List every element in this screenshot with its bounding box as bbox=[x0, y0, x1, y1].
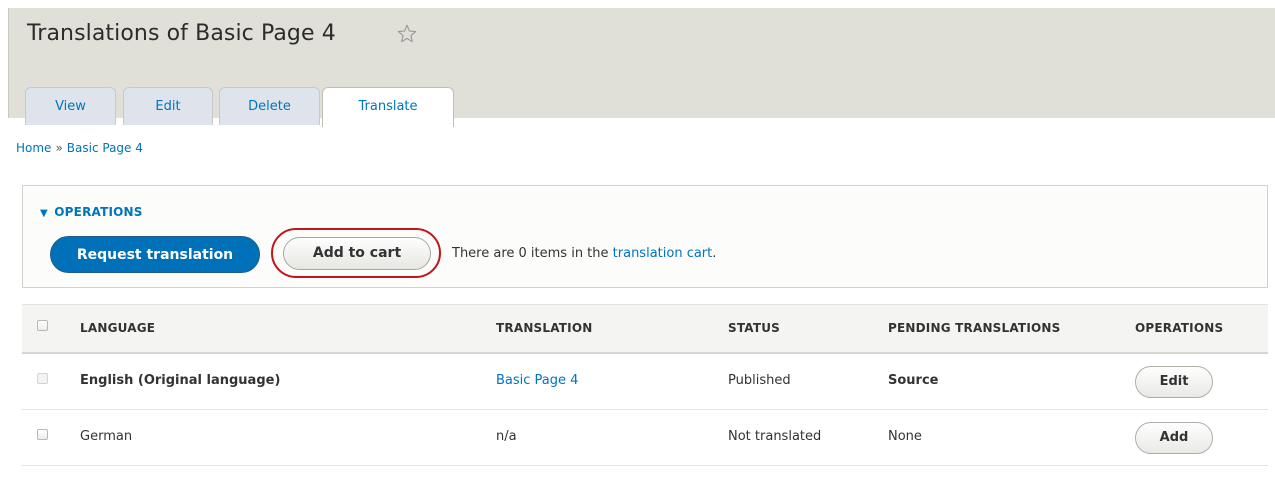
tab-edit[interactable]: Edit bbox=[123, 87, 213, 125]
table-header-row: LANGUAGE TRANSLATION STATUS PENDING TRAN… bbox=[22, 304, 1268, 354]
breadcrumb-current-link[interactable]: Basic Page 4 bbox=[67, 141, 143, 155]
request-translation-button[interactable]: Request translation bbox=[50, 236, 260, 273]
breadcrumb-separator: » bbox=[55, 141, 63, 155]
header-pending-translations: PENDING TRANSLATIONS bbox=[888, 321, 1061, 335]
row-checkbox bbox=[37, 373, 48, 384]
row-checkbox[interactable] bbox=[37, 429, 48, 440]
cart-status-text: There are 0 items in the translation car… bbox=[452, 246, 716, 261]
page-title: Translations of Basic Page 4 bbox=[27, 21, 336, 46]
table-row: German n/a Not translated None Add bbox=[22, 410, 1268, 466]
header-language: LANGUAGE bbox=[80, 321, 156, 335]
operations-toggle[interactable]: ▼ OPERATIONS bbox=[40, 205, 143, 219]
header-status: STATUS bbox=[728, 321, 781, 335]
tab-translate[interactable]: Translate bbox=[322, 87, 454, 127]
edit-button[interactable]: Edit bbox=[1135, 366, 1213, 398]
add-to-cart-button[interactable]: Add to cart bbox=[283, 237, 431, 270]
cart-text-suffix: . bbox=[712, 246, 717, 261]
row-pending: None bbox=[888, 429, 922, 444]
cart-text-prefix: There are 0 items in the bbox=[452, 246, 613, 261]
breadcrumb-home-link[interactable]: Home bbox=[16, 141, 51, 155]
header-operations: OPERATIONS bbox=[1135, 321, 1224, 335]
star-icon[interactable] bbox=[396, 23, 418, 45]
row-language: English (Original language) bbox=[80, 373, 281, 388]
row-translation-link[interactable]: Basic Page 4 bbox=[496, 373, 578, 388]
translation-cart-link[interactable]: translation cart bbox=[613, 246, 713, 261]
select-all-checkbox[interactable] bbox=[37, 320, 48, 331]
breadcrumb: Home » Basic Page 4 bbox=[16, 141, 143, 155]
operations-panel: ▼ OPERATIONS Request translation Add to … bbox=[22, 185, 1268, 288]
tab-delete[interactable]: Delete bbox=[219, 87, 320, 125]
add-button[interactable]: Add bbox=[1135, 422, 1213, 454]
header-translation: TRANSLATION bbox=[496, 321, 593, 335]
operations-heading: OPERATIONS bbox=[54, 205, 143, 219]
row-translation: n/a bbox=[496, 429, 517, 444]
page-header: Translations of Basic Page 4 View Edit D… bbox=[8, 8, 1275, 127]
row-status: Published bbox=[728, 373, 791, 388]
table-row: English (Original language) Basic Page 4… bbox=[22, 354, 1268, 410]
tab-view[interactable]: View bbox=[25, 87, 116, 125]
triangle-down-icon: ▼ bbox=[40, 208, 48, 219]
row-status: Not translated bbox=[728, 429, 822, 444]
row-language: German bbox=[80, 429, 133, 444]
row-pending: Source bbox=[888, 373, 939, 388]
